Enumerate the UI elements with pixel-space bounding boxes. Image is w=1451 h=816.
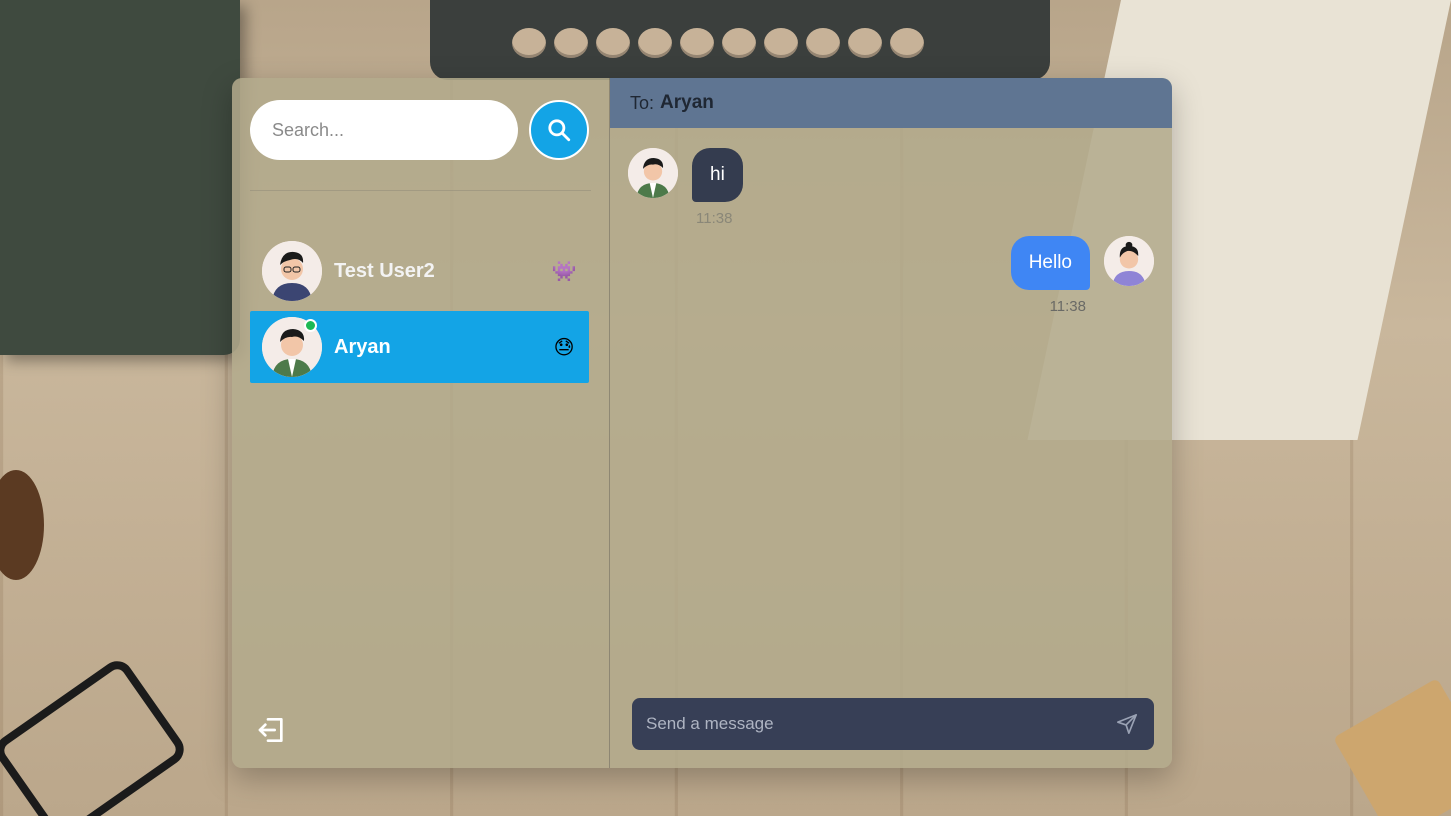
background-book	[0, 0, 240, 355]
send-button[interactable]	[1114, 711, 1140, 737]
avatar	[1104, 236, 1154, 286]
contact-item-aryan[interactable]: Aryan 😓	[250, 311, 589, 383]
contact-name: Test User2	[334, 259, 435, 282]
contact-name: Aryan	[334, 335, 391, 358]
avatar	[628, 148, 678, 198]
background-key	[848, 28, 882, 58]
message-time: 11:38	[696, 210, 733, 227]
recipient-name: Aryan	[660, 92, 714, 113]
background-typewriter	[430, 0, 1050, 80]
background-key	[596, 28, 630, 58]
send-icon	[1117, 714, 1137, 734]
avatar-illustration	[262, 241, 322, 301]
logout-icon	[258, 718, 283, 742]
search-icon	[548, 119, 571, 142]
sidebar: Test User2 👾 Aryan 😓	[232, 78, 610, 768]
search-button[interactable]	[529, 100, 589, 160]
background-key	[764, 28, 798, 58]
chat-panel: To: Aryan hi 11:38 Hello 11:38 Send a me…	[610, 78, 1172, 768]
message-incoming: hi	[628, 148, 743, 202]
recipient-label: To:	[630, 92, 655, 113]
avatar-illustration	[1104, 236, 1154, 286]
background-key	[638, 28, 672, 58]
contact-item-test-user2[interactable]: Test User2 👾	[250, 235, 589, 307]
search-row	[232, 78, 609, 160]
message-outgoing: Hello	[1010, 236, 1154, 290]
background-pinecone	[0, 470, 44, 580]
message-time: 11:38	[1049, 298, 1086, 315]
status-emoji: 😓	[553, 336, 575, 359]
background-glasses	[0, 654, 190, 816]
status-emoji: 👾	[551, 260, 577, 283]
chat-app: Test User2 👾 Aryan 😓	[232, 78, 1172, 768]
message-bubble: hi	[692, 148, 743, 202]
contact-list: Test User2 👾 Aryan 😓	[232, 191, 609, 383]
background-key	[890, 28, 924, 58]
background-key	[680, 28, 714, 58]
background-key	[554, 28, 588, 58]
background-key	[806, 28, 840, 58]
message-composer	[632, 698, 1154, 750]
background-box	[1333, 678, 1451, 816]
search-input[interactable]	[250, 100, 518, 160]
background-key	[512, 28, 546, 58]
logout-button[interactable]	[256, 714, 288, 746]
avatar	[262, 241, 322, 301]
background-key	[722, 28, 756, 58]
avatar-illustration	[628, 148, 678, 198]
chat-header: To: Aryan	[610, 78, 1172, 128]
message-list: hi 11:38 Hello 11:38	[610, 128, 1172, 768]
message-bubble: Hello	[1010, 236, 1090, 290]
message-input[interactable]	[646, 714, 1114, 734]
online-indicator	[304, 319, 317, 332]
